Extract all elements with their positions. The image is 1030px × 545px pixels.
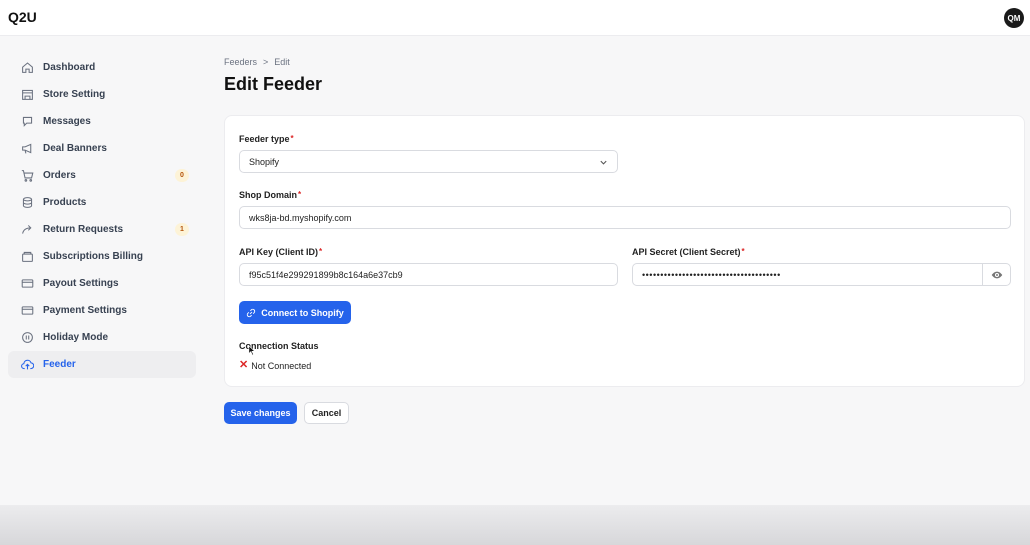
required-mark: * [290, 134, 294, 143]
sidebar-item-label: Feeder [43, 359, 76, 370]
bottom-shade [0, 505, 1030, 545]
shop-domain-input[interactable]: wks8ja-bd.myshopify.com [239, 206, 1011, 229]
required-mark: * [741, 247, 745, 256]
api-key-input[interactable]: f95c51f4e299291899b8c164a6e37cb9 [239, 263, 618, 286]
breadcrumb-feeders-link[interactable]: Feeders [224, 57, 257, 67]
feeder-type-label-text: Feeder type [239, 134, 290, 144]
sidebar-item-label: Store Setting [43, 89, 106, 100]
required-mark: * [319, 247, 323, 256]
sidebar-item-payment-settings[interactable]: Payment Settings [8, 297, 196, 324]
home-icon [20, 61, 34, 75]
feeder-form-card: Feeder type* Shopify Shop Domain* wks8ja… [224, 115, 1025, 387]
sidebar-item-orders[interactable]: Orders 0 [8, 162, 196, 189]
api-key-label-text: API Key (Client ID) [239, 247, 319, 257]
connect-button-label: Connect to Shopify [261, 307, 344, 318]
breadcrumb: Feeders > Edit [224, 57, 290, 67]
api-key-value: f95c51f4e299291899b8c164a6e37cb9 [249, 269, 403, 280]
sidebar-item-label: Products [43, 197, 87, 208]
sidebar-item-label: Subscriptions Billing [43, 251, 144, 262]
sidebar-item-label: Orders [43, 170, 76, 181]
api-key-label: API Key (Client ID)* [239, 247, 322, 257]
connect-to-shopify-button[interactable]: Connect to Shopify [239, 301, 351, 324]
shop-domain-label-text: Shop Domain [239, 190, 297, 200]
shop-domain-value: wks8ja-bd.myshopify.com [249, 212, 352, 223]
api-secret-label-text: API Secret (Client Secret) [632, 247, 741, 257]
sidebar-item-store-setting[interactable]: Store Setting [8, 81, 196, 108]
feeder-type-select[interactable]: Shopify [239, 150, 618, 173]
shop-domain-label: Shop Domain* [239, 190, 301, 200]
card-icon [20, 304, 34, 318]
sidebar-item-label: Return Requests [43, 224, 124, 235]
user-avatar[interactable]: QM [1004, 8, 1024, 28]
sidebar-item-payout-settings[interactable]: Payout Settings [8, 270, 196, 297]
orders-count-badge: 0 [175, 169, 189, 182]
sidebar-item-feeder[interactable]: Feeder [8, 351, 196, 378]
cancel-button[interactable]: Cancel [304, 402, 349, 424]
api-secret-input[interactable]: •••••••••••••••••••••••••••••••••••••• [632, 263, 1011, 286]
cart-icon [20, 169, 34, 183]
feeder-type-value: Shopify [249, 156, 280, 167]
api-secret-label: API Secret (Client Secret)* [632, 247, 745, 257]
sidebar-item-label: Messages [43, 116, 91, 127]
sidebar-item-label: Deal Banners [43, 143, 107, 154]
pause-icon [20, 331, 34, 345]
sidebar-nav: Dashboard Store Setting Messages Deal Ba… [8, 54, 196, 378]
link-icon [247, 308, 256, 317]
save-changes-button[interactable]: Save changes [224, 402, 297, 424]
card-icon [20, 277, 34, 291]
sidebar-item-dashboard[interactable]: Dashboard [8, 54, 196, 81]
chat-icon [20, 115, 34, 129]
connection-status-value: ✕ Not Connected [239, 360, 311, 371]
api-secret-value: •••••••••••••••••••••••••••••••••••••• [642, 269, 781, 280]
megaphone-icon [20, 142, 34, 156]
database-icon [20, 196, 34, 210]
store-icon [20, 88, 34, 102]
sidebar-item-messages[interactable]: Messages [8, 108, 196, 135]
sidebar-item-subscriptions-billing[interactable]: Subscriptions Billing [8, 243, 196, 270]
sidebar-item-deal-banners[interactable]: Deal Banners [8, 135, 196, 162]
eye-icon [991, 271, 1002, 278]
breadcrumb-separator: > [263, 57, 269, 67]
top-bar: Q2U QM [0, 0, 1030, 36]
required-mark: * [298, 190, 302, 199]
billing-icon [20, 250, 34, 264]
cloud-upload-icon [20, 358, 34, 372]
sidebar-item-label: Payout Settings [43, 278, 119, 289]
chevron-down-icon [599, 158, 608, 167]
cross-icon: ✕ [239, 359, 249, 371]
connection-status-text: Not Connected [251, 360, 312, 371]
return-requests-count-badge: 1 [175, 223, 189, 236]
sidebar-item-return-requests[interactable]: Return Requests 1 [8, 216, 196, 243]
sidebar-item-label: Payment Settings [43, 305, 127, 316]
return-arrow-icon [20, 223, 34, 237]
page-title: Edit Feeder [224, 74, 323, 94]
mouse-cursor-icon [248, 345, 256, 356]
toggle-visibility-button[interactable] [982, 264, 1010, 285]
feeder-type-label: Feeder type* [239, 134, 294, 144]
sidebar-item-holiday-mode[interactable]: Holiday Mode [8, 324, 196, 351]
app-logo[interactable]: Q2U [8, 9, 37, 25]
sidebar-item-label: Holiday Mode [43, 332, 109, 343]
sidebar-item-label: Dashboard [43, 62, 96, 73]
breadcrumb-current: Edit [274, 57, 290, 67]
sidebar-item-products[interactable]: Products [8, 189, 196, 216]
